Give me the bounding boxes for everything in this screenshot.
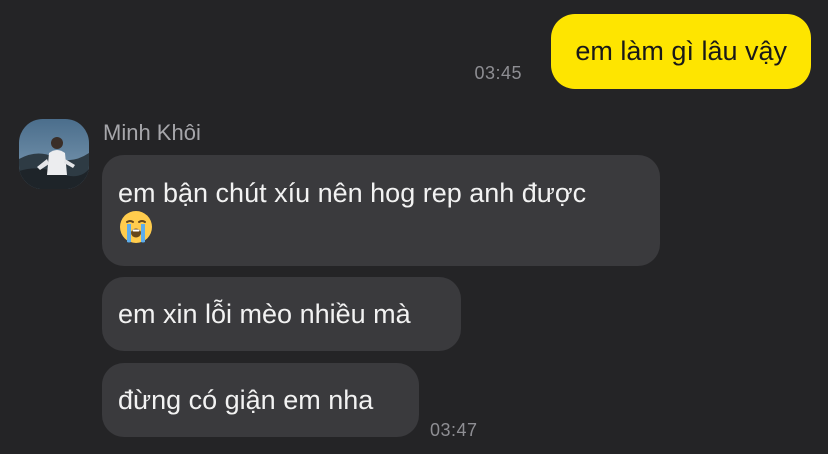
- avatar-photo-icon: [19, 119, 89, 189]
- avatar[interactable]: [19, 119, 89, 189]
- message-text: em bận chút xíu nên hog rep anh được: [118, 178, 587, 208]
- incoming-message-bubble[interactable]: em xin lỗi mèo nhiều mà: [102, 277, 461, 351]
- incoming-message-bubble[interactable]: em bận chút xíu nên hog rep anh được: [102, 155, 660, 266]
- chat-window: 03:45 em làm gì lâu vậy Minh Khôi em bận…: [0, 0, 828, 454]
- loudly-crying-face-icon: [120, 211, 152, 243]
- outgoing-message-bubble[interactable]: em làm gì lâu vậy: [551, 14, 811, 89]
- sender-name: Minh Khôi: [103, 120, 201, 145]
- incoming-message-bubble[interactable]: đừng có giận em nha: [102, 363, 419, 437]
- incoming-timestamp: 03:47: [430, 420, 478, 440]
- outgoing-timestamp: 03:45: [474, 63, 522, 83]
